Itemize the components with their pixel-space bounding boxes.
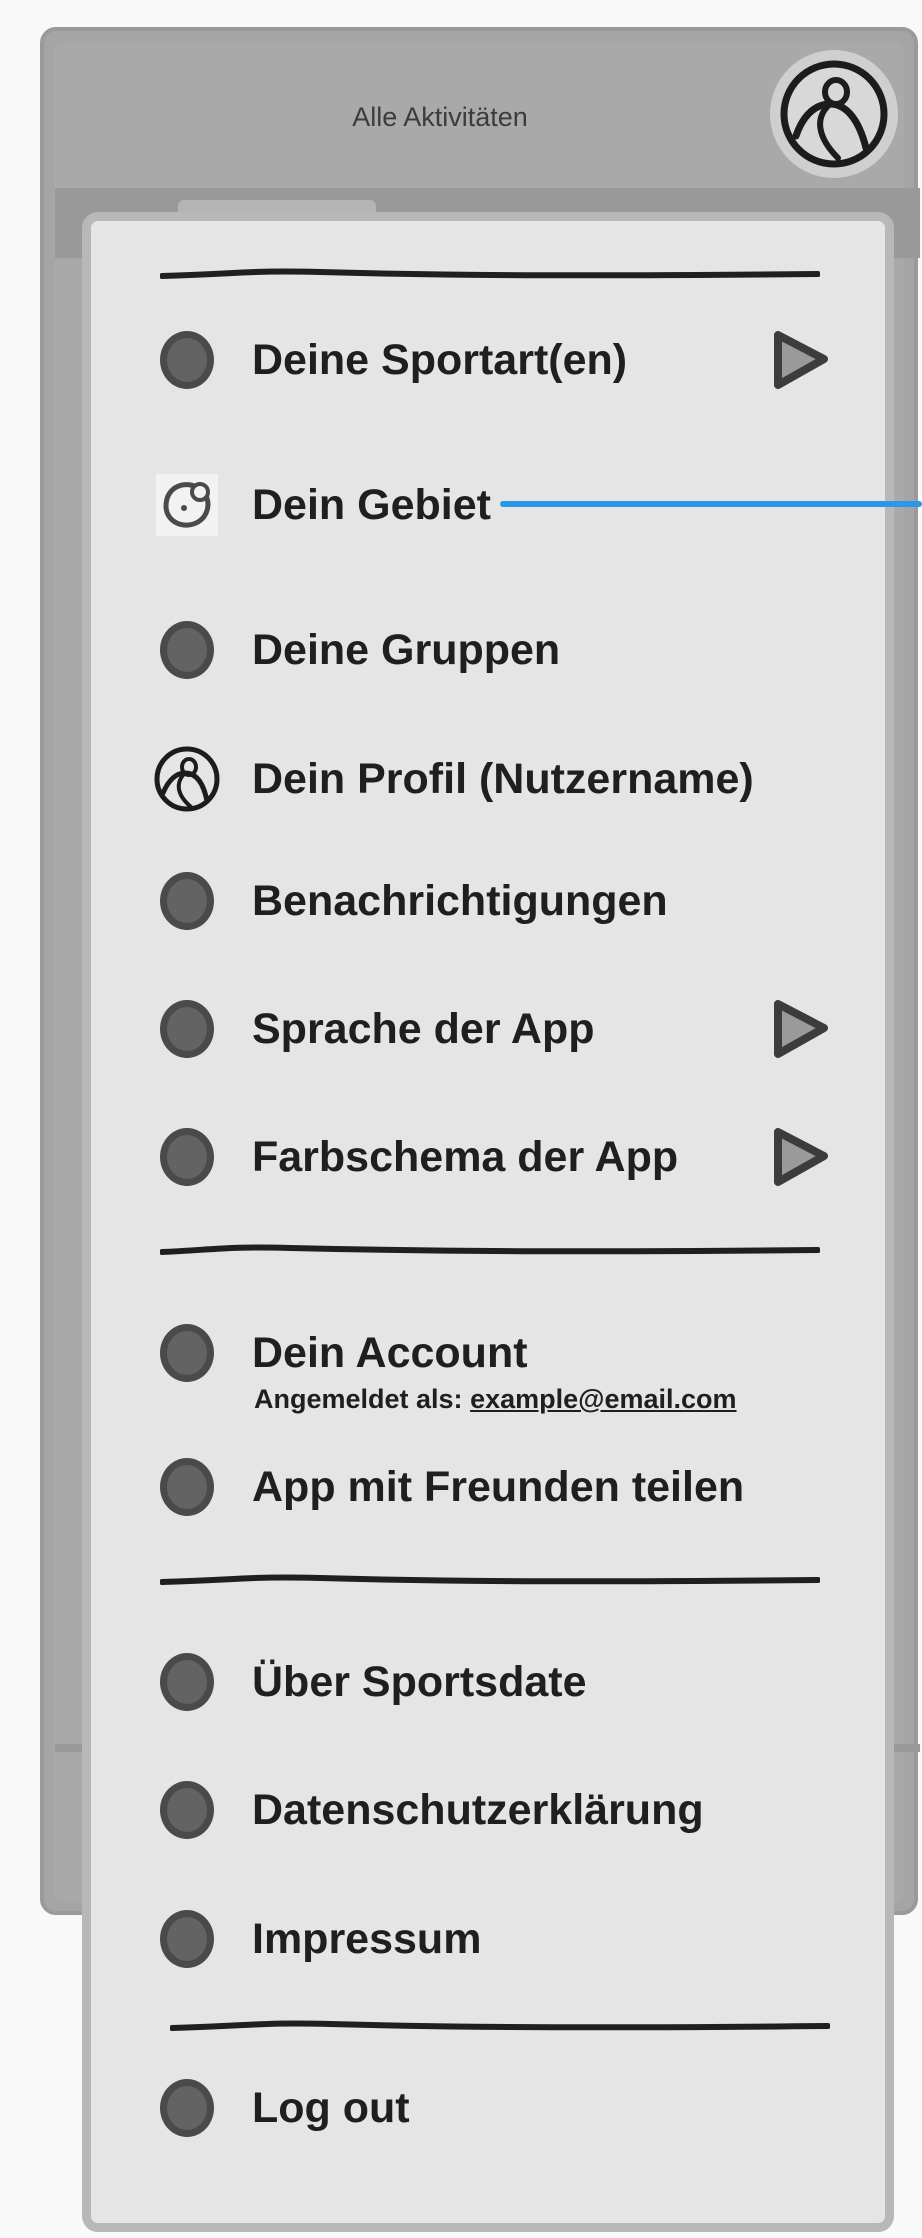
menu-item-label: App mit Freunden teilen [252,1462,745,1511]
menu-item-label: Log out [252,2083,410,2132]
account-subtitle: Angemeldet als: example@email.com [254,1384,737,1415]
menu-item-share-app[interactable]: App mit Freunden teilen [160,1452,840,1522]
menu-item-label: Deine Sportart(en) [252,335,628,384]
menu-item-datenschutz[interactable]: Datenschutzerklärung [160,1775,840,1845]
account-email: example@email.com [470,1384,737,1414]
menu-item-account[interactable]: Dein Account [160,1318,840,1388]
menu-item-label: Dein Account [252,1328,528,1377]
circle-bullet-icon [160,1000,214,1058]
chevron-right-icon[interactable] [770,329,832,391]
menu-item-label: Sprache der App [252,1004,595,1053]
circle-bullet-icon [160,1458,214,1516]
menu-item-label: Impressum [252,1914,482,1963]
menu-item-gruppen[interactable]: Deine Gruppen [160,615,840,685]
menu-item-label: Datenschutzerklärung [252,1785,704,1834]
menu-item-sportarten[interactable]: Deine Sportart(en) [160,325,840,395]
chevron-right-icon[interactable] [770,998,832,1060]
annotation-connector-line [500,501,922,507]
menu-item-ueber-sportsdate[interactable]: Über Sportsdate [160,1647,840,1717]
circle-bullet-icon [160,872,214,930]
circle-bullet-icon [160,1128,214,1186]
menu-item-label: Farbschema der App [252,1132,679,1181]
menu-item-label: Dein Gebiet [252,480,491,529]
avatar-button[interactable] [770,50,898,178]
circle-bullet-icon [160,331,214,389]
menu-item-logout[interactable]: Log out [160,2073,840,2143]
account-sub-prefix: Angemeldet als: [254,1384,463,1414]
page-title: Alle Aktivitäten [352,102,528,132]
circle-bullet-icon [160,1781,214,1839]
menu-item-label: Deine Gruppen [252,625,561,674]
menu-item-sprache[interactable]: Sprache der App [160,994,840,1064]
menu-item-benachrichtigungen[interactable]: Benachrichtigungen [160,866,840,936]
divider-section-2 [160,1574,820,1585]
circle-bullet-icon [160,1910,214,1968]
circle-bullet-icon [160,1324,214,1382]
menu-item-farbschema[interactable]: Farbschema der App [160,1122,840,1192]
chevron-right-icon[interactable] [770,1126,832,1188]
circle-bullet-icon [160,621,214,679]
profile-icon [152,744,222,814]
circle-bullet-icon [160,1653,214,1711]
menu-item-label: Dein Profil (Nutzername) [252,754,754,803]
menu-item-impressum[interactable]: Impressum [160,1904,840,1974]
divider-top [160,268,820,279]
menu-item-label: Benachrichtigungen [252,876,668,925]
divider-section-1 [160,1244,820,1255]
location-icon [152,470,222,540]
menu-item-profil[interactable]: Dein Profil (Nutzername) [154,744,840,814]
menu-item-label: Über Sportsdate [252,1657,587,1706]
profile-icon [780,60,888,168]
divider-section-3 [170,2020,830,2031]
circle-bullet-icon [160,2079,214,2137]
